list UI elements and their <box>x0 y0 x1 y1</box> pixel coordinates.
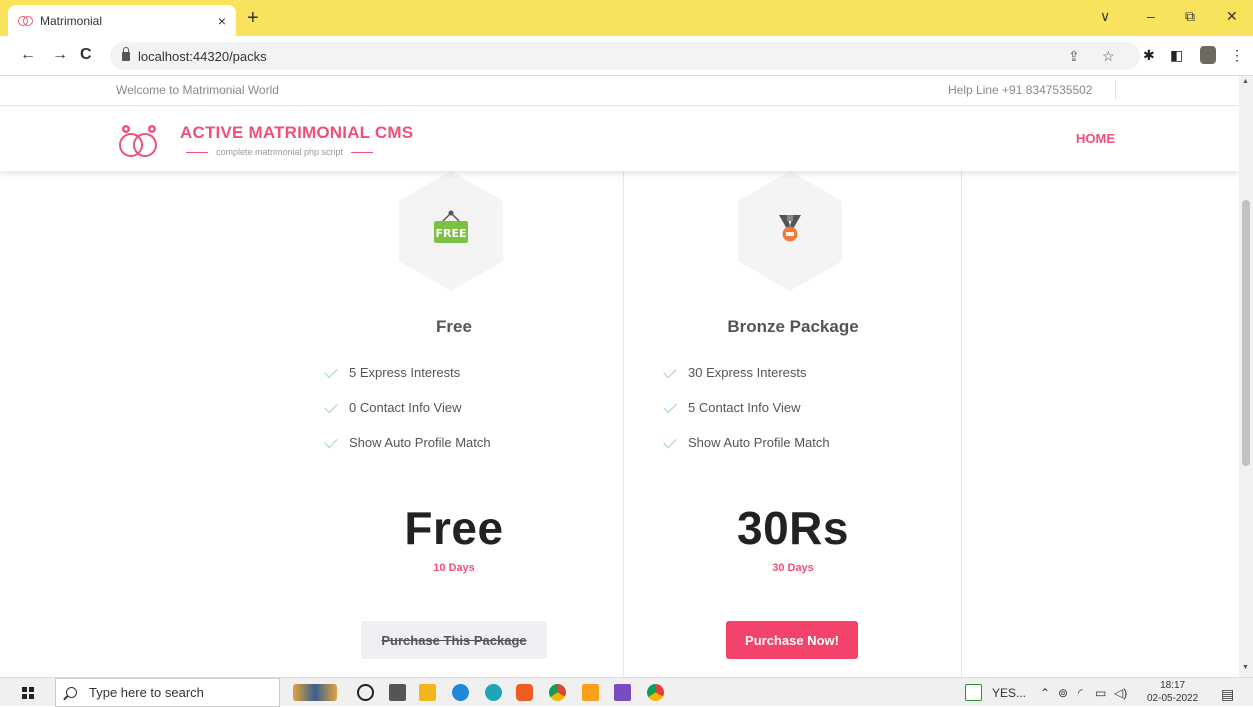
bookmark-star-icon[interactable]: ☆ <box>1102 48 1115 65</box>
browser-tab-bar: Matrimonial × + ∨ – ⧉ ✕ <box>0 0 1253 36</box>
helpline-text: Help Line +91 8347535502 <box>948 83 1093 97</box>
package-card-bronze: Bronze Package 30 Express Interests 5 Co… <box>624 171 962 677</box>
side-panel-icon[interactable]: ◧ <box>1170 47 1183 64</box>
feature-item: 30 Express Interests <box>662 364 830 400</box>
package-card-free: FREE Free 5 Express Interests 0 Contact … <box>285 171 623 677</box>
package-icon-hexagon: FREE <box>399 171 503 291</box>
extensions-icon[interactable]: ✱ <box>1143 47 1155 64</box>
search-icon <box>66 687 77 698</box>
package-duration: 10 Days <box>433 562 475 574</box>
profile-avatar[interactable] <box>1200 46 1216 64</box>
feature-item: 5 Contact Info View <box>662 399 830 435</box>
forward-button[interactable]: → <box>52 46 68 64</box>
rings-favicon-icon <box>18 15 33 27</box>
check-icon <box>663 399 677 414</box>
clock-date: 02-05-2022 <box>1147 693 1199 704</box>
feature-list: 5 Express Interests 0 Contact Info View … <box>323 364 491 470</box>
taskbar-search-placeholder: Type here to search <box>89 685 204 700</box>
taskbar-search-box[interactable]: Type here to search <box>55 678 280 707</box>
tab-search-icon[interactable]: ∨ <box>1100 8 1110 25</box>
check-icon <box>324 364 338 379</box>
package-price: 30Rs <box>737 502 849 554</box>
site-header: ACTIVE MATRIMONIAL CMS complete matrimon… <box>0 107 1239 171</box>
edge-icon[interactable] <box>485 684 502 701</box>
show-hidden-icons-icon[interactable]: ⌃ <box>1040 686 1050 700</box>
nav-home-link[interactable]: HOME <box>1076 131 1115 146</box>
welcome-text: Welcome to Matrimonial World <box>116 83 279 97</box>
address-bar-row: ← → C localhost:44320/packs ⇪ ☆ ✱ ◧ ⋮ <box>0 36 1253 76</box>
package-icon-hexagon <box>738 171 842 291</box>
bronze-medal-icon <box>779 215 801 242</box>
reload-button[interactable]: C <box>80 46 92 64</box>
feature-item: 0 Contact Info View <box>323 399 491 435</box>
purchase-now-button[interactable]: Purchase Now! <box>726 621 858 659</box>
task-view-icon[interactable] <box>389 684 406 701</box>
notification-icon[interactable]: ▤ <box>1221 686 1234 703</box>
windows-start-icon[interactable] <box>22 687 34 699</box>
new-tab-button[interactable]: + <box>247 7 259 30</box>
maximize-button[interactable]: ⧉ <box>1185 8 1195 25</box>
menu-dots-icon[interactable]: ⋮ <box>1230 47 1244 64</box>
brave-icon[interactable] <box>516 684 533 701</box>
chrome-dev-icon[interactable] <box>647 684 664 701</box>
news-widget-icon[interactable] <box>293 684 337 701</box>
strip-divider <box>1115 80 1116 100</box>
close-window-button[interactable]: ✕ <box>1226 8 1238 25</box>
network-icon[interactable]: ⊚ <box>1058 686 1068 700</box>
file-explorer-icon[interactable] <box>419 684 436 701</box>
minimize-button[interactable]: – <box>1147 8 1155 24</box>
brand-name[interactable]: ACTIVE MATRIMONIAL CMS <box>180 123 413 143</box>
page-scrollbar[interactable]: ▲ ▼ <box>1239 76 1253 677</box>
windows-taskbar: Type here to search YES... ⌃ ⊚ ◜ ▭ ◁) 18… <box>0 677 1253 707</box>
volume-icon[interactable]: ◁) <box>1114 686 1127 700</box>
calendar-app-icon[interactable] <box>965 684 982 701</box>
browser-tab[interactable]: Matrimonial × <box>8 5 236 36</box>
check-icon <box>324 399 338 414</box>
wifi-icon[interactable]: ◜ <box>1078 686 1083 700</box>
taskbar-clock[interactable]: 18:17 02-05-2022 <box>1147 679 1198 705</box>
scroll-up-icon[interactable]: ▲ <box>1242 78 1249 85</box>
share-icon[interactable]: ⇪ <box>1068 48 1080 65</box>
chrome-icon[interactable] <box>549 684 566 701</box>
free-tag-icon: FREE <box>434 210 468 243</box>
brand-tagline: complete matrimonial php script <box>178 147 381 157</box>
feature-list: 30 Express Interests 5 Contact Info View… <box>662 364 830 470</box>
tagline-line-left <box>186 151 208 153</box>
tagline-line-right <box>351 151 374 153</box>
tray-app-label[interactable]: YES... <box>992 686 1026 700</box>
package-name: Bronze Package <box>727 317 859 336</box>
battery-icon[interactable]: ▭ <box>1095 686 1106 700</box>
sublime-text-icon[interactable] <box>582 684 599 701</box>
feature-item: 5 Express Interests <box>323 364 491 400</box>
back-button[interactable]: ← <box>20 46 36 64</box>
scrollbar-thumb[interactable] <box>1242 200 1250 466</box>
visual-studio-icon[interactable] <box>614 684 631 701</box>
scroll-down-icon[interactable]: ▼ <box>1242 664 1249 671</box>
feature-item: Show Auto Profile Match <box>662 434 830 470</box>
cortana-icon[interactable] <box>357 684 374 701</box>
web-page: Welcome to Matrimonial World Help Line +… <box>0 76 1239 677</box>
purchase-package-button-disabled[interactable]: Purchase This Package <box>361 621 547 659</box>
skype-icon[interactable] <box>452 684 469 701</box>
check-icon <box>324 434 338 449</box>
svg-text:FREE: FREE <box>435 227 466 240</box>
url-field[interactable]: localhost:44320/packs <box>110 42 1140 70</box>
top-info-strip: Welcome to Matrimonial World Help Line +… <box>0 76 1239 106</box>
tab-title: Matrimonial <box>40 13 103 28</box>
package-price: Free <box>404 502 504 554</box>
tab-close-icon[interactable]: × <box>218 13 226 29</box>
check-icon <box>663 364 677 379</box>
tagline-text: complete matrimonial php script <box>216 147 344 157</box>
clock-time: 18:17 <box>1160 680 1186 691</box>
lock-icon <box>122 46 130 61</box>
feature-item: Show Auto Profile Match <box>323 434 491 470</box>
url-text: localhost:44320/packs <box>138 48 267 64</box>
rings-logo-icon[interactable] <box>117 123 161 159</box>
package-duration: 30 Days <box>772 562 814 574</box>
check-icon <box>663 434 677 449</box>
package-name: Free <box>436 317 472 336</box>
